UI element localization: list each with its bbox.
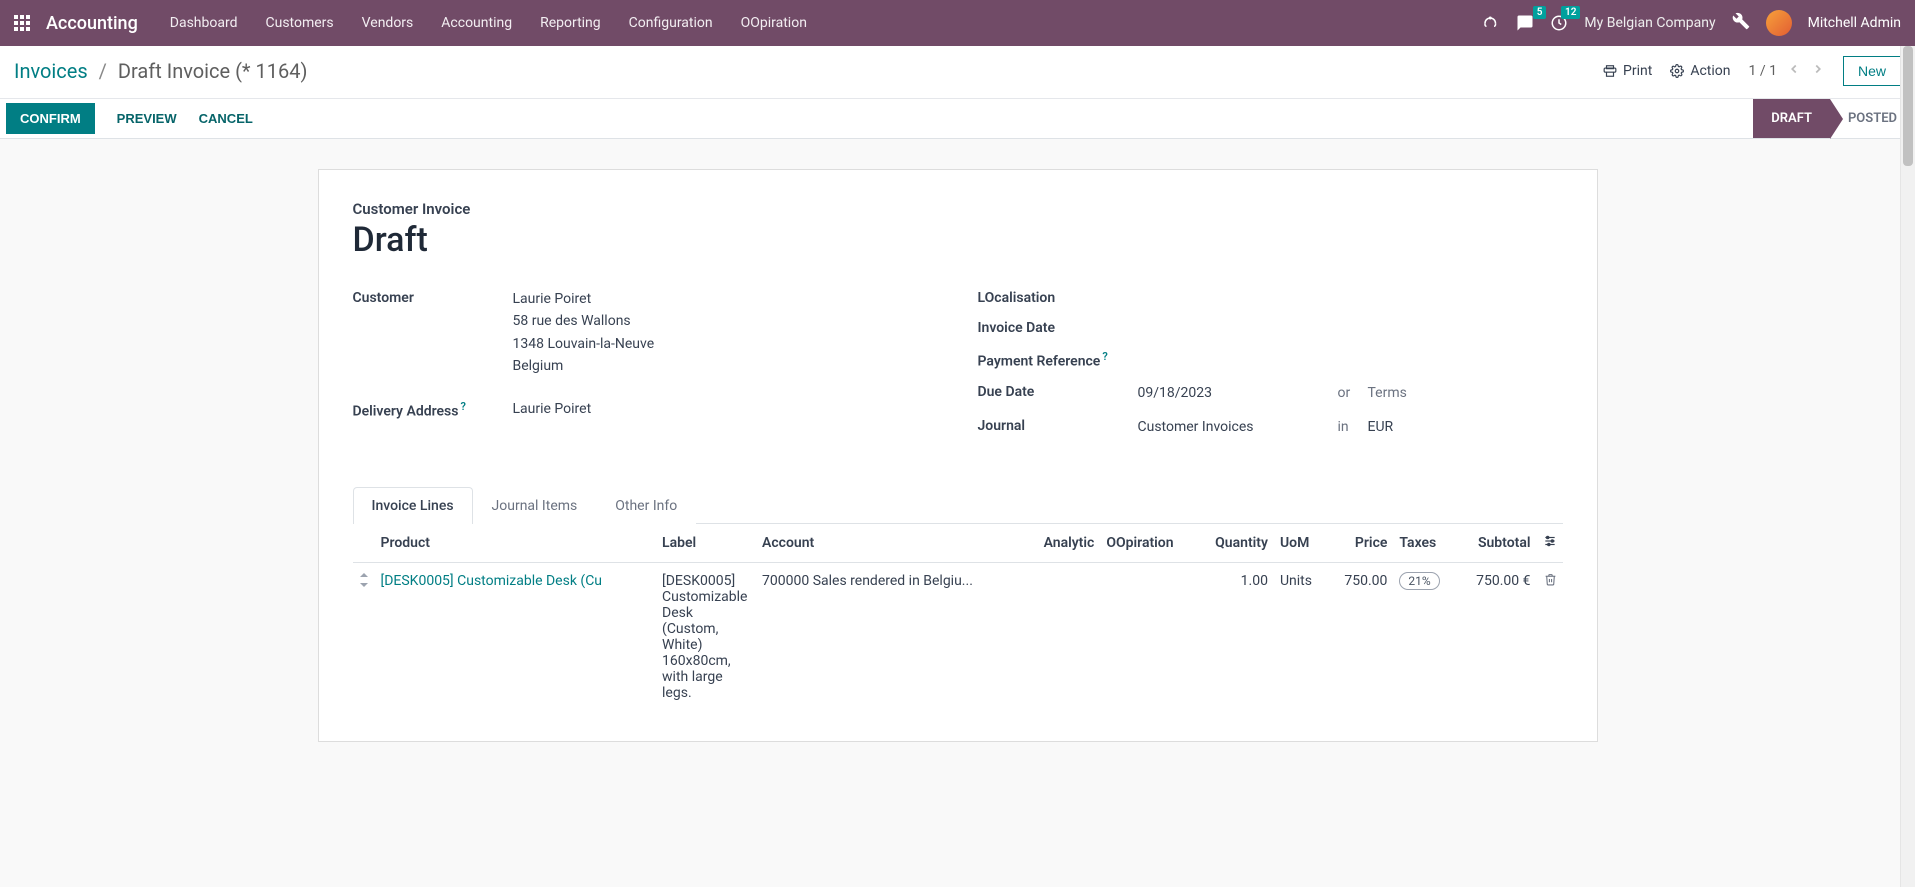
th-account[interactable]: Account	[756, 524, 1025, 563]
cell-account[interactable]: 700000 Sales rendered in Belgiu...	[756, 563, 1025, 712]
field-terms[interactable]: Terms	[1368, 382, 1407, 404]
label-customer: Customer	[353, 288, 513, 306]
top-navbar: Accounting Dashboard Customers Vendors A…	[0, 0, 1915, 46]
table-row[interactable]: [DESK0005] Customizable Desk (Cu [DESK00…	[353, 563, 1563, 712]
print-button[interactable]: Print	[1603, 63, 1652, 79]
form-sheet: Customer Invoice Draft Customer Laurie P…	[318, 169, 1598, 742]
cell-analytic[interactable]	[1025, 563, 1101, 712]
tab-invoice-lines[interactable]: Invoice Lines	[353, 487, 473, 524]
cell-product[interactable]: [DESK0005] Customizable Desk (Cu	[381, 573, 603, 589]
field-due-date[interactable]: 09/18/2023	[1138, 382, 1338, 404]
cell-tax[interactable]: 21%	[1399, 572, 1439, 590]
label-localisation: LOcalisation	[978, 288, 1138, 306]
status-bar: CONFIRM PREVIEW CANCEL DRAFT POSTED	[0, 99, 1915, 139]
th-uom[interactable]: UoM	[1274, 524, 1327, 563]
delete-row-icon[interactable]	[1544, 574, 1557, 590]
cell-uom[interactable]: Units	[1274, 563, 1327, 712]
drag-handle-icon[interactable]	[353, 563, 375, 712]
th-product[interactable]: Product	[375, 524, 657, 563]
th-oopiration[interactable]: OOpiration	[1100, 524, 1196, 563]
messages-badge: 5	[1533, 6, 1547, 19]
activities-icon[interactable]: 12	[1550, 14, 1568, 32]
control-bar: Invoices / Draft Invoice (* 1164) Print …	[0, 46, 1915, 99]
print-icon	[1603, 64, 1617, 78]
pager-prev-icon[interactable]	[1787, 62, 1801, 80]
th-price[interactable]: Price	[1327, 524, 1393, 563]
nav-reporting[interactable]: Reporting	[526, 15, 615, 31]
th-quantity[interactable]: Quantity	[1196, 524, 1274, 563]
nav-customers[interactable]: Customers	[252, 15, 348, 31]
breadcrumb-root[interactable]: Invoices	[14, 59, 88, 83]
pager: 1 / 1	[1749, 62, 1825, 80]
th-taxes[interactable]: Taxes	[1393, 524, 1456, 563]
help-icon[interactable]: ?	[1102, 350, 1107, 363]
user-menu[interactable]: Mitchell Admin	[1808, 15, 1901, 31]
activities-badge: 12	[1561, 6, 1580, 19]
form-tabs: Invoice Lines Journal Items Other Info	[353, 486, 1563, 524]
columns-options-icon[interactable]	[1543, 536, 1557, 552]
preview-button[interactable]: PREVIEW	[117, 111, 177, 126]
label-delivery-address: Delivery Address?	[353, 398, 513, 420]
cancel-button[interactable]: CANCEL	[199, 111, 253, 126]
help-icon[interactable]: ?	[460, 400, 465, 413]
nav-accounting[interactable]: Accounting	[427, 15, 526, 31]
breadcrumb: Invoices / Draft Invoice (* 1164)	[14, 59, 307, 83]
field-delivery-address[interactable]: Laurie Poiret	[513, 398, 938, 420]
pager-next-icon[interactable]	[1811, 62, 1825, 80]
field-currency[interactable]: EUR	[1368, 416, 1394, 438]
messages-icon[interactable]: 5	[1516, 14, 1534, 32]
nav-vendors[interactable]: Vendors	[348, 15, 428, 31]
app-brand[interactable]: Accounting	[46, 13, 138, 34]
gear-icon	[1670, 64, 1684, 78]
form-subtitle: Customer Invoice	[353, 200, 1563, 218]
tab-other-info[interactable]: Other Info	[596, 487, 696, 524]
status-draft[interactable]: DRAFT	[1753, 99, 1830, 138]
new-button[interactable]: New	[1843, 56, 1901, 86]
avatar[interactable]	[1766, 10, 1792, 36]
support-icon[interactable]	[1482, 12, 1500, 34]
field-journal[interactable]: Customer Invoices	[1138, 416, 1338, 438]
tab-journal-items[interactable]: Journal Items	[473, 487, 597, 524]
nav-oopiration[interactable]: OOpiration	[727, 15, 821, 31]
scrollbar-thumb[interactable]	[1903, 46, 1913, 166]
th-subtotal[interactable]: Subtotal	[1456, 524, 1536, 563]
nav-dashboard[interactable]: Dashboard	[156, 15, 252, 31]
cell-quantity[interactable]: 1.00	[1196, 563, 1274, 712]
pager-text[interactable]: 1 / 1	[1749, 63, 1777, 79]
label-journal: Journal	[978, 416, 1138, 434]
cell-subtotal: 750.00 €	[1456, 563, 1536, 712]
invoice-lines-table: Product Label Account Analytic OOpiratio…	[353, 524, 1563, 711]
label-due-date: Due Date	[978, 382, 1138, 400]
nav-configuration[interactable]: Configuration	[615, 15, 727, 31]
debug-icon[interactable]	[1732, 12, 1750, 34]
apps-icon[interactable]	[14, 13, 34, 33]
th-label[interactable]: Label	[656, 524, 756, 563]
form-title: Draft	[353, 220, 1563, 260]
confirm-button[interactable]: CONFIRM	[6, 103, 95, 134]
cell-oopiration[interactable]	[1100, 563, 1196, 712]
cell-price[interactable]: 750.00	[1327, 563, 1393, 712]
company-switcher[interactable]: My Belgian Company	[1584, 15, 1715, 31]
field-customer[interactable]: Laurie Poiret 58 rue des Wallons 1348 Lo…	[513, 288, 938, 378]
th-analytic[interactable]: Analytic	[1025, 524, 1101, 563]
action-button[interactable]: Action	[1670, 63, 1730, 79]
breadcrumb-current: Draft Invoice (* 1164)	[118, 59, 308, 83]
label-invoice-date: Invoice Date	[978, 318, 1138, 336]
label-payment-ref: Payment Reference?	[978, 348, 1138, 370]
cell-label[interactable]: [DESK0005] Customizable Desk (Custom, Wh…	[656, 563, 756, 712]
scrollbar[interactable]	[1900, 46, 1915, 887]
